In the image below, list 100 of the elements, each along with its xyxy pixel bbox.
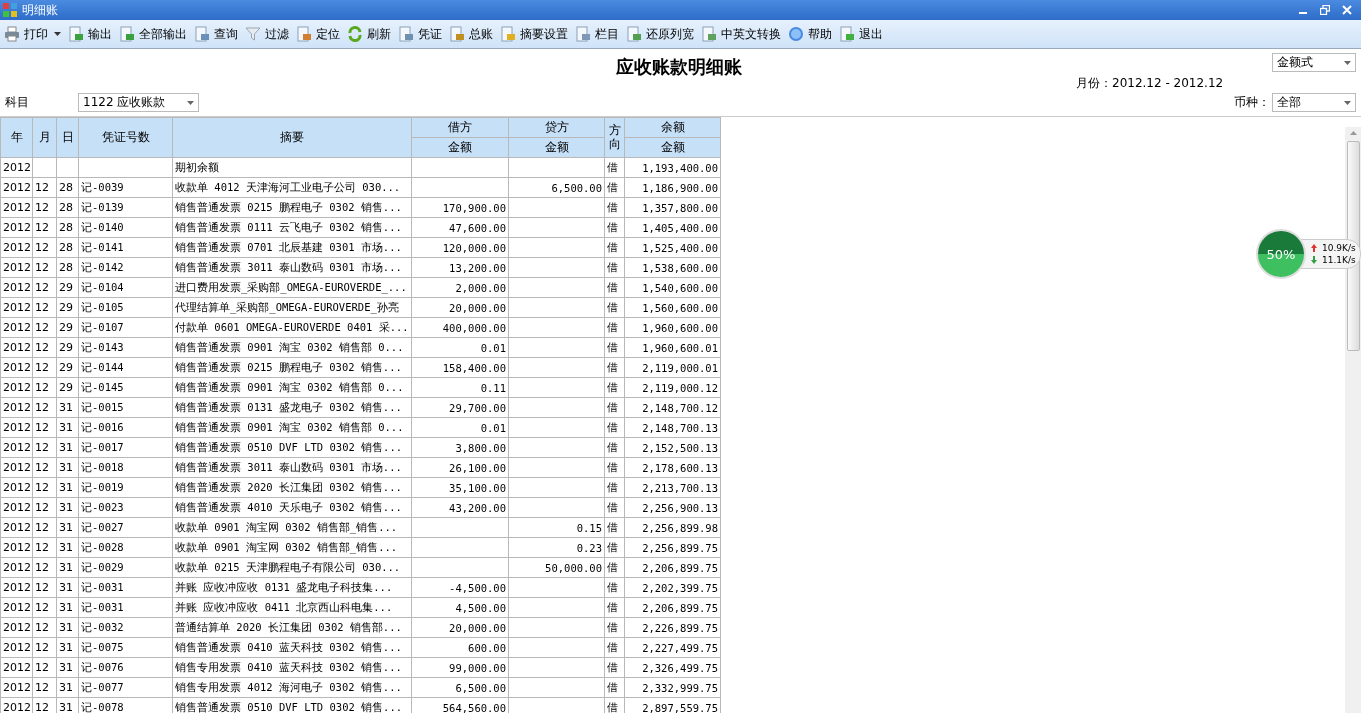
table-cell: 2,178,600.13 (624, 457, 721, 478)
table-cell: 2,119,000.12 (624, 377, 721, 398)
document-icon (701, 26, 717, 42)
table-cell: 2,326,499.75 (624, 657, 721, 678)
toolbar-button[interactable]: 刷新 (345, 22, 396, 46)
currency-dropdown[interactable]: 全部 (1272, 93, 1356, 112)
table-cell: 12 (32, 417, 57, 438)
table-cell: 12 (32, 517, 57, 538)
table-cell: 销售专用发票 4012 海河电子 0302 销售... (172, 677, 412, 698)
down-arrow-icon (1311, 256, 1317, 264)
refresh-icon (347, 26, 363, 42)
table-cell: 借 (604, 377, 625, 398)
table-cell: 记-0141 (78, 237, 173, 258)
table-cell: 2012 (0, 157, 33, 178)
table-cell: 31 (56, 517, 79, 538)
toolbar-button[interactable]: 全部输出 (117, 22, 192, 46)
table-cell: 借 (604, 597, 625, 618)
table-cell: 借 (604, 237, 625, 258)
column-header: 年 (0, 117, 33, 158)
subject-dropdown[interactable]: 1122 应收账款 (78, 93, 199, 112)
table-cell: 记-0104 (78, 277, 173, 298)
table-cell: 2012 (0, 357, 33, 378)
table-cell: 31 (56, 417, 79, 438)
toolbar-button[interactable]: 退出 (837, 22, 888, 46)
table-cell: 借 (604, 197, 625, 218)
table-cell: 2012 (0, 557, 33, 578)
table-cell: 借 (604, 577, 625, 598)
table-cell: 2,256,899.75 (624, 537, 721, 558)
table-cell: 2012 (0, 477, 33, 498)
table-cell: 2012 (0, 377, 33, 398)
table-cell: 12 (32, 377, 57, 398)
table-cell: 2,256,900.13 (624, 497, 721, 518)
table-cell: 12 (32, 237, 57, 258)
table-cell: 2012 (0, 617, 33, 638)
documents-icon (119, 26, 135, 42)
toolbar-button[interactable]: 还原列宽 (624, 22, 699, 46)
table-cell: 31 (56, 597, 79, 618)
table-cell: 借 (604, 617, 625, 638)
table-cell: 销售普通发票 0701 北辰基建 0301 市场... (172, 237, 412, 258)
document-icon (68, 26, 84, 42)
toolbar-button[interactable]: 摘要设置 (498, 22, 573, 46)
table-cell: 12 (32, 577, 57, 598)
table-cell: 记-0028 (78, 537, 173, 558)
table-cell: 2012 (0, 397, 33, 418)
scroll-up-icon[interactable] (1349, 131, 1357, 135)
table-cell: 31 (56, 497, 79, 518)
table-cell: 记-0144 (78, 357, 173, 378)
table-cell: 31 (56, 657, 79, 678)
table-cell: 0.11 (411, 377, 509, 398)
table-cell: 158,400.00 (411, 357, 509, 378)
table-cell: 400,000.00 (411, 317, 509, 338)
table-cell: 12 (32, 177, 57, 198)
table-cell: 3,800.00 (411, 437, 509, 458)
table-cell: 0.01 (411, 417, 509, 438)
table-cell: 600.00 (411, 637, 509, 658)
table-cell: 借 (604, 457, 625, 478)
table-cell: 31 (56, 677, 79, 698)
toolbar-button[interactable]: 查询 (192, 22, 243, 46)
toolbar-button[interactable]: 输出 (66, 22, 117, 46)
table-cell: 99,000.00 (411, 657, 509, 678)
table-cell: 28 (56, 217, 79, 238)
table-cell: 29 (56, 377, 79, 398)
table-cell: 销售普通发票 4010 天乐电子 0302 销售... (172, 497, 412, 518)
table-cell: 借 (604, 697, 625, 713)
table-cell: 记-0031 (78, 597, 173, 618)
table-cell: 2012 (0, 197, 33, 218)
table-cell: 销售普通发票 0901 淘宝 0302 销售部 0... (172, 417, 412, 438)
report-title: 应收账款明细账 (616, 55, 742, 79)
table-cell: 记-0076 (78, 657, 173, 678)
table-cell: 1,538,600.00 (624, 257, 721, 278)
close-icon (1342, 5, 1352, 15)
toolbar-button[interactable]: 定位 (294, 22, 345, 46)
table-cell: 4,500.00 (411, 597, 509, 618)
table-cell: 2012 (0, 437, 33, 458)
table-cell: 记-0019 (78, 477, 173, 498)
table-cell: 29,700.00 (411, 397, 509, 418)
table-cell: 并账 应收冲应收 0131 盛龙电子科技集... (172, 577, 412, 598)
table-cell: 收款单 4012 天津海河工业电子公司 030... (172, 177, 412, 198)
table-cell: 借 (604, 677, 625, 698)
table-cell: 2012 (0, 637, 33, 658)
toolbar-button[interactable]: 凭证 (396, 22, 447, 46)
toolbar-button[interactable]: 打印 (2, 22, 66, 46)
toolbar-button[interactable]: 中英文转换 (699, 22, 786, 46)
table-cell: 12 (32, 537, 57, 558)
table-cell: 销售普通发票 3011 泰山数码 0301 市场... (172, 257, 412, 278)
table-cell: 记-0139 (78, 197, 173, 218)
table-cell: 50,000.00 (508, 557, 605, 578)
toolbar-button[interactable]: 帮助 (786, 22, 837, 46)
table-cell: 28 (56, 197, 79, 218)
table-cell: 收款单 0901 淘宝网 0302 销售部_销售... (172, 537, 412, 558)
table-cell: 销售普通发票 0510 DVF LTD 0302 销售... (172, 697, 412, 713)
toolbar-button[interactable]: 过滤 (243, 22, 294, 46)
table-cell: 12 (32, 617, 57, 638)
table-cell: 29 (56, 357, 79, 378)
format-dropdown[interactable]: 金额式 (1272, 53, 1356, 72)
table-cell: 1,357,800.00 (624, 197, 721, 218)
table-cell: 12 (32, 357, 57, 378)
toolbar-button[interactable]: 栏目 (573, 22, 624, 46)
toolbar-button[interactable]: 总账 (447, 22, 498, 46)
table-cell: 借 (604, 397, 625, 418)
